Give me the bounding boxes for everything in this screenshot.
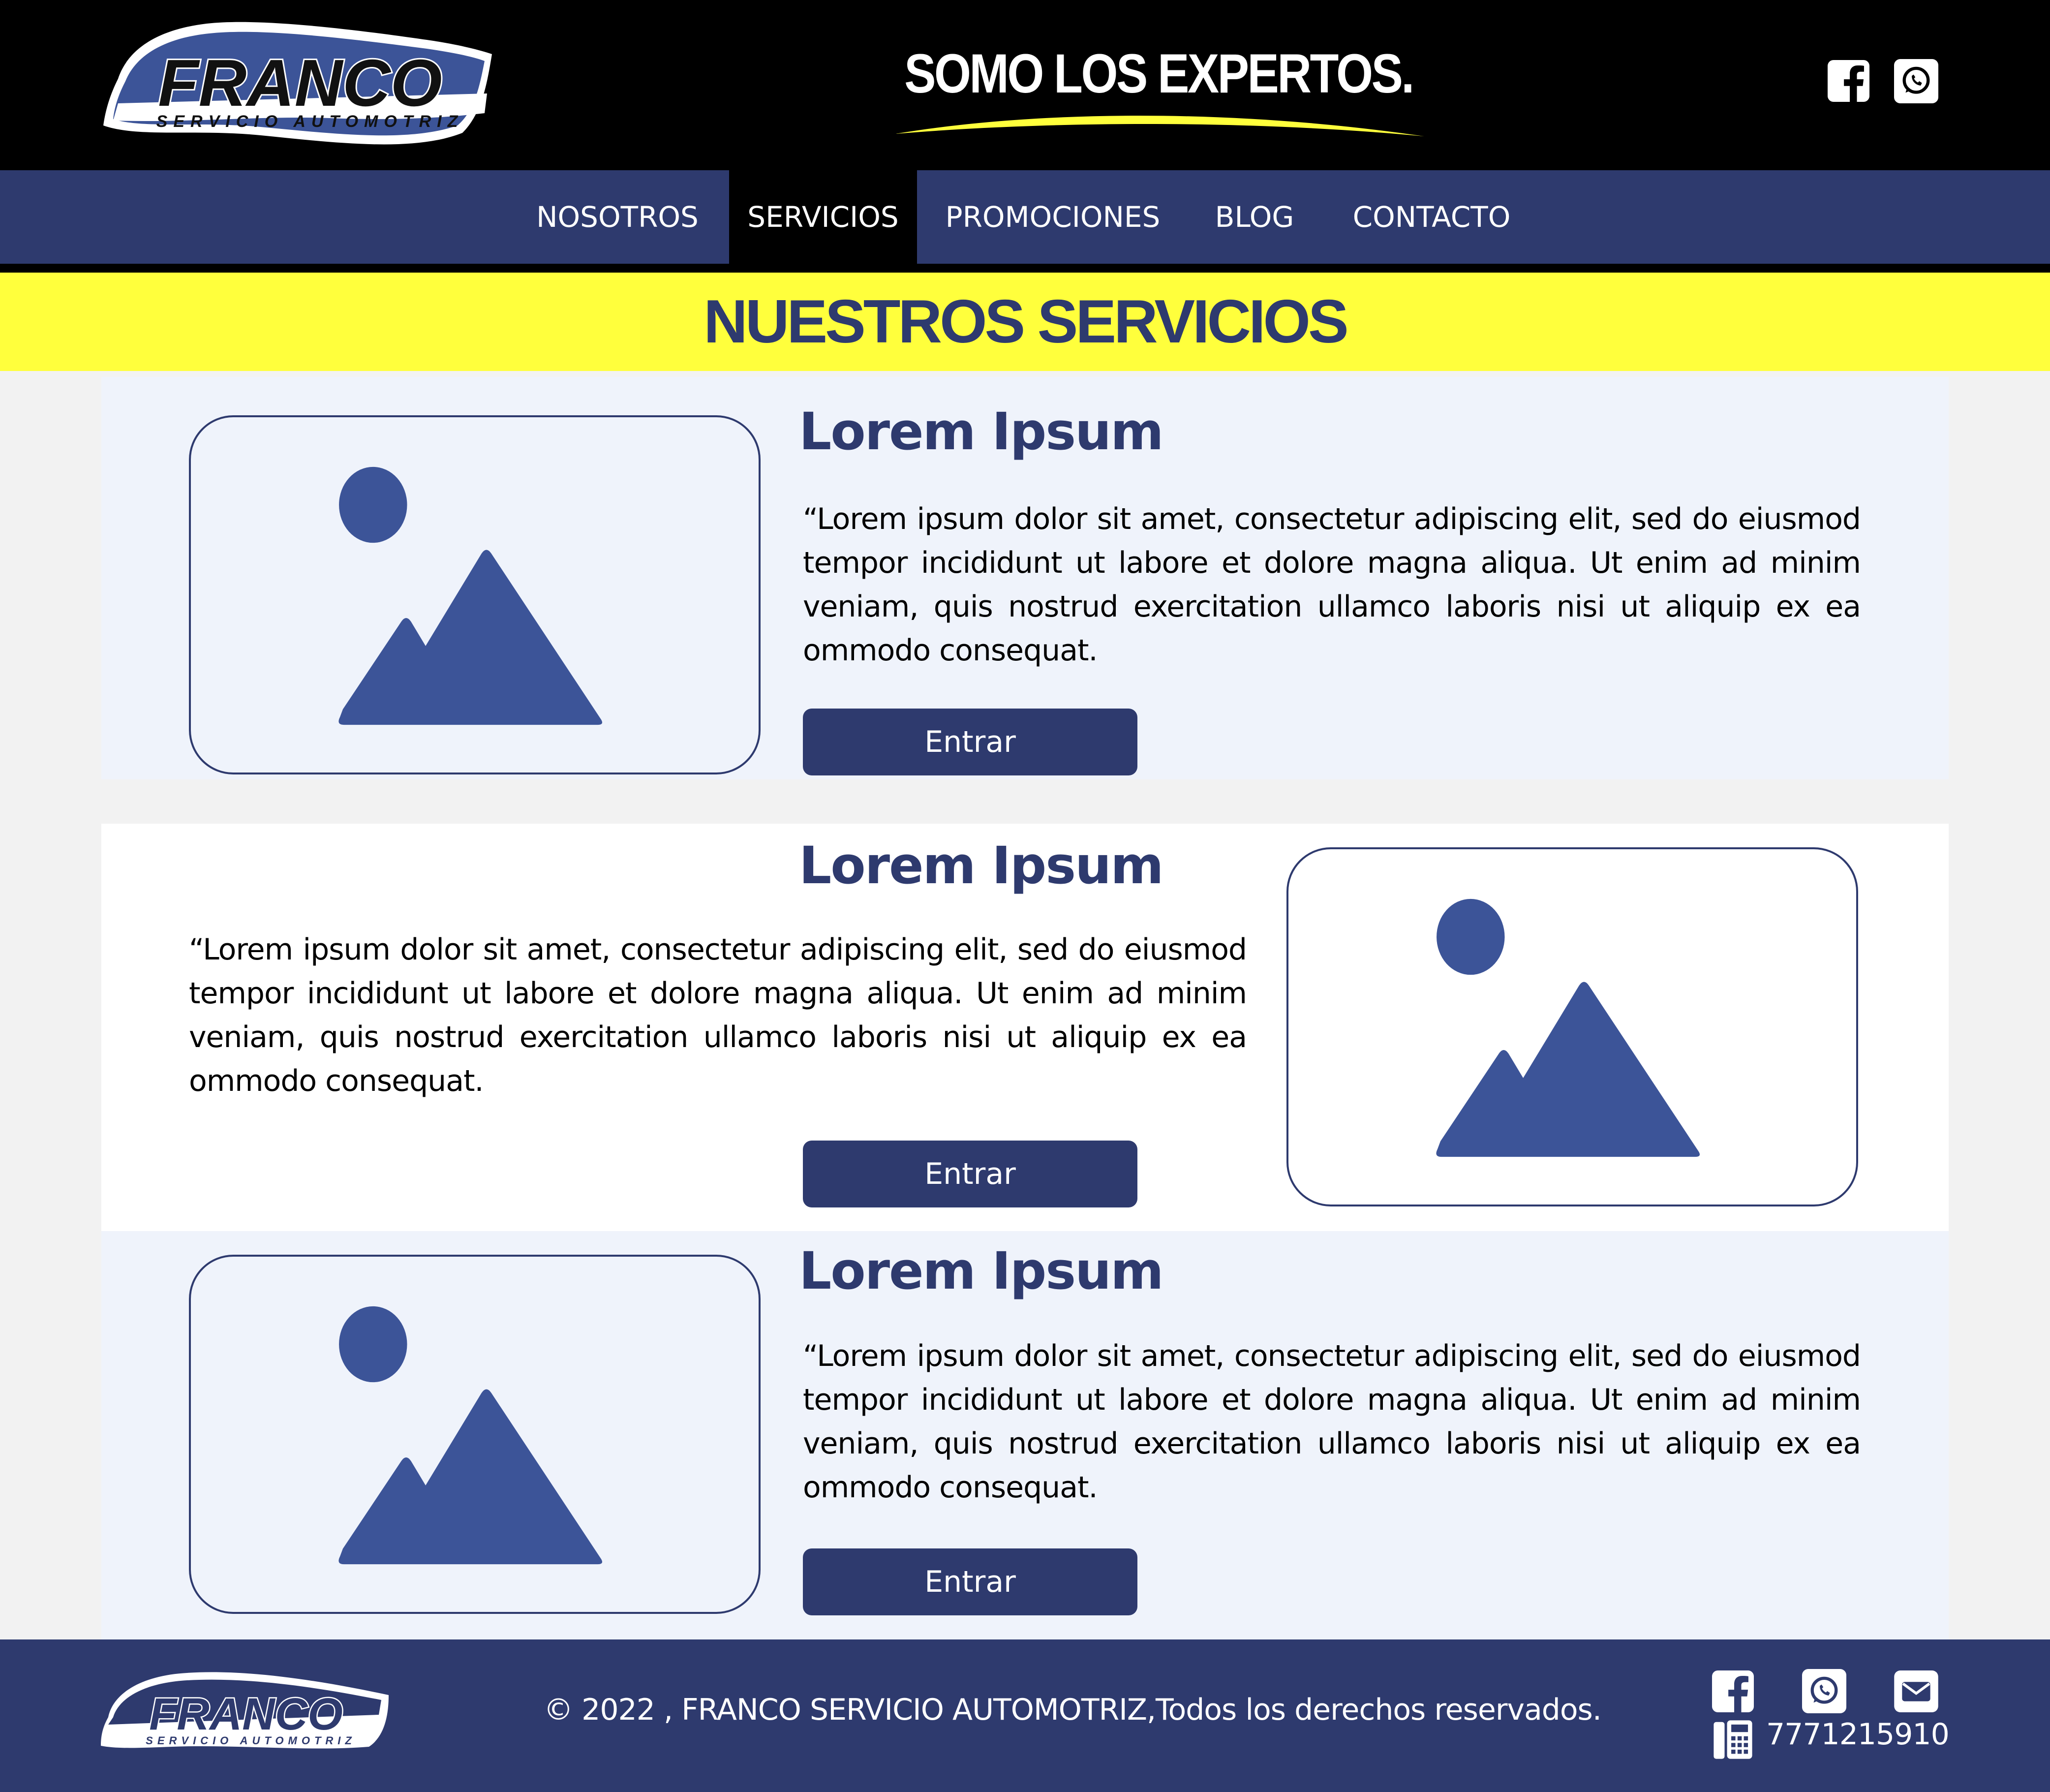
image-icon (1436, 898, 1700, 1157)
service-description: “Lorem ipsum dolor sit amet, consectetur… (189, 932, 1247, 1098)
nav-item-servicios[interactable]: SERVICIOS (729, 170, 917, 264)
facebook-icon[interactable] (1828, 60, 1869, 102)
nav-divider (0, 264, 2050, 273)
entrar-button[interactable]: Entrar (803, 709, 1137, 775)
mail-icon[interactable] (1894, 1670, 1938, 1712)
footer-franco-logo[interactable]: FRANCO SERVICIO AUTOMOTRIZ (98, 1668, 394, 1754)
svg-text:FRANCO: FRANCO (149, 1689, 343, 1739)
phone-icon (1713, 1720, 1752, 1759)
service-image-placeholder (189, 1255, 761, 1614)
nav-item-promociones[interactable]: PROMOCIONES (935, 170, 1171, 264)
service-image-placeholder (189, 415, 761, 774)
image-icon (338, 1306, 603, 1565)
entrar-button[interactable]: Entrar (803, 1141, 1137, 1207)
nav-item-blog[interactable]: BLOG (1191, 170, 1318, 264)
nav-item-nosotros[interactable]: NOSOTROS (526, 170, 708, 264)
service-section-3: Lorem Ipsum “Lorem ipsum dolor sit amet,… (101, 1231, 1949, 1639)
header-tagline: SOMO LOS EXPERTOS. (904, 43, 1414, 104)
svg-text:SERVICIO AUTOMOTRIZ: SERVICIO AUTOMOTRIZ (146, 1734, 356, 1747)
service-image-placeholder (1286, 847, 1858, 1206)
nav-item-contacto[interactable]: CONTACTO (1338, 170, 1525, 264)
service-title: Lorem Ipsum (799, 835, 1164, 896)
footer-phone-number: 7771215910 (1766, 1717, 1950, 1752)
service-section-2: Lorem Ipsum “Lorem ipsum dolor sit amet,… (101, 824, 1949, 1231)
service-title: Lorem Ipsum (799, 1241, 1164, 1301)
service-title: Lorem Ipsum (799, 402, 1164, 462)
whatsapp-icon[interactable] (1894, 59, 1938, 103)
image-icon (338, 466, 603, 725)
tagline-swoosh-decoration (895, 116, 1424, 136)
whatsapp-icon[interactable] (1802, 1669, 1846, 1713)
entrar-button[interactable]: Entrar (803, 1548, 1137, 1615)
page-title: NUESTROS SERVICIOS (704, 288, 1348, 356)
service-section-1: Lorem Ipsum “Lorem ipsum dolor sit amet,… (101, 377, 1949, 779)
main-nav: NOSOTROS SERVICIOS PROMOCIONES BLOG CONT… (0, 170, 2050, 264)
service-description: “Lorem ipsum dolor sit amet, consectetur… (803, 1339, 1861, 1505)
svg-text:SERVICIO AUTOMOTRIZ: SERVICIO AUTOMOTRIZ (156, 112, 464, 131)
service-description: “Lorem ipsum dolor sit amet, consectetur… (803, 502, 1861, 668)
facebook-icon[interactable] (1712, 1670, 1754, 1712)
franco-logo[interactable]: FRANCO SERVICIO AUTOMOTRIZ (98, 20, 507, 153)
footer-copyright: © 2022 , FRANCO SERVICIO AUTOMOTRIZ,Todo… (544, 1693, 1602, 1727)
svg-text:FRANCO: FRANCO (158, 46, 442, 120)
